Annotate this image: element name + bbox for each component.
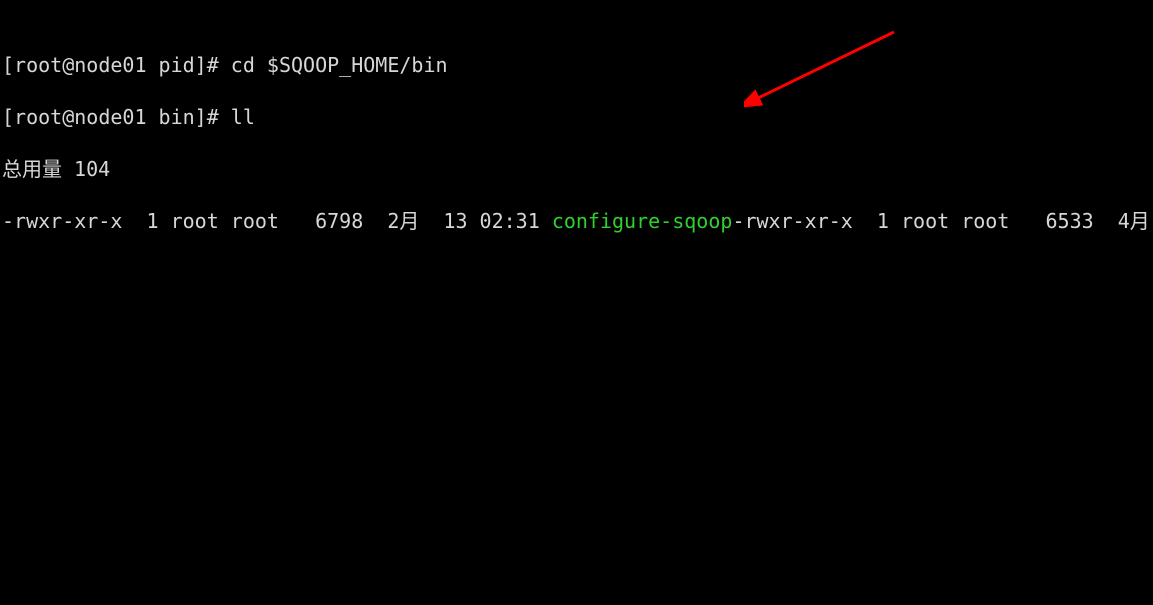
command-text: ll — [231, 105, 255, 129]
bracket-open: [ — [2, 53, 14, 77]
file-meta: -rwxr-xr-x 1 root root 6533 4月 27 2015 — [732, 209, 1153, 233]
terminal[interactable]: [root@node01 pid]# cd $SQOOP_HOME/bin [r… — [0, 0, 1153, 260]
bracket-open: [ — [2, 105, 14, 129]
file-listing: -rwxr-xr-x 1 root root 6798 2月 13 02:31 … — [2, 208, 1151, 234]
prompt-line-1: [root@node01 pid]# cd $SQOOP_HOME/bin — [2, 52, 1151, 78]
file-row: -rwxr-xr-x 1 root root 6533 4月 27 2015 c… — [732, 209, 1153, 233]
command-text: cd $SQOOP_HOME/bin — [231, 53, 448, 77]
file-row: -rwxr-xr-x 1 root root 6798 2月 13 02:31 … — [2, 209, 732, 233]
prompt-user-host: root@node01 bin — [14, 105, 195, 129]
bracket-close: ]# — [195, 53, 231, 77]
file-name: configure-sqoop — [552, 209, 733, 233]
file-meta: -rwxr-xr-x 1 root root 6798 2月 13 02:31 — [2, 209, 552, 233]
total-line: 总用量 104 — [2, 156, 1151, 182]
prompt-user-host: root@node01 pid — [14, 53, 195, 77]
prompt-line-2: [root@node01 bin]# ll — [2, 104, 1151, 130]
bracket-close: ]# — [195, 105, 231, 129]
